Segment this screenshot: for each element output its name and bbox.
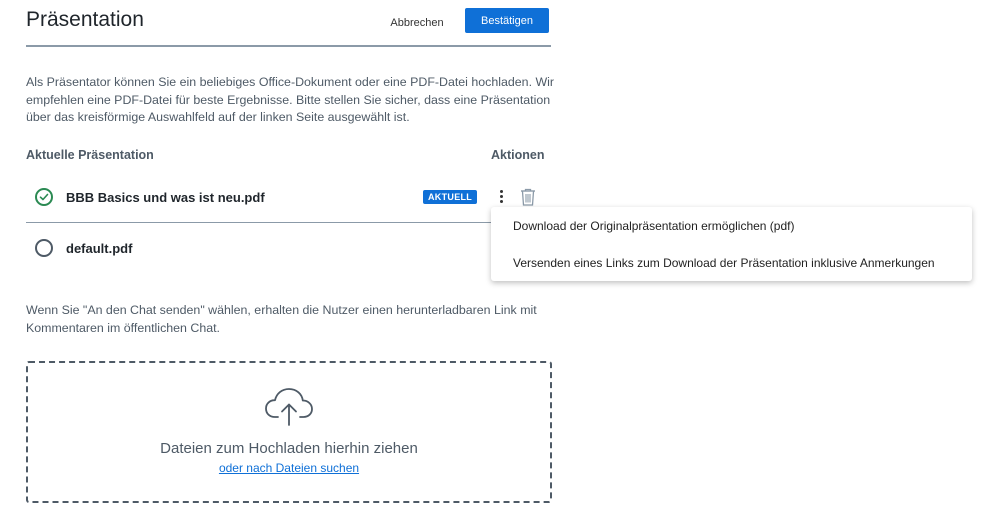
trash-icon[interactable] — [519, 187, 537, 207]
cancel-button[interactable]: Abbrechen — [383, 12, 451, 34]
menu-item-allow-download[interactable]: Download der Originalpräsentation ermögl… — [513, 219, 794, 233]
radio-empty-icon[interactable] — [35, 239, 53, 257]
actions-menu: Download der Originalpräsentation ermögl… — [491, 207, 972, 281]
presentation-name: default.pdf — [66, 241, 133, 256]
check-circle-icon[interactable] — [35, 188, 53, 206]
current-badge: AKTUELL — [423, 190, 478, 204]
page-title: Präsentation — [26, 8, 144, 31]
presentation-name: BBB Basics und was ist neu.pdf — [66, 190, 265, 205]
row-divider — [26, 222, 492, 223]
cloud-upload-icon — [264, 386, 314, 433]
chat-note: Wenn Sie "An den Chat senden" wählen, er… — [26, 303, 537, 335]
column-header-current: Aktuelle Präsentation — [26, 148, 154, 162]
dropzone-text: Dateien zum Hochladen hierhin ziehen — [160, 440, 418, 457]
header-divider — [26, 45, 551, 47]
more-vertical-icon[interactable] — [494, 188, 508, 208]
menu-item-send-link[interactable]: Versenden eines Links zum Download der P… — [513, 256, 935, 270]
intro-text: Als Präsentator können Sie ein beliebige… — [26, 75, 555, 124]
confirm-button[interactable]: Bestätigen — [465, 8, 549, 33]
browse-files-link[interactable]: oder nach Dateien suchen — [26, 461, 552, 475]
column-header-actions: Aktionen — [491, 148, 545, 162]
